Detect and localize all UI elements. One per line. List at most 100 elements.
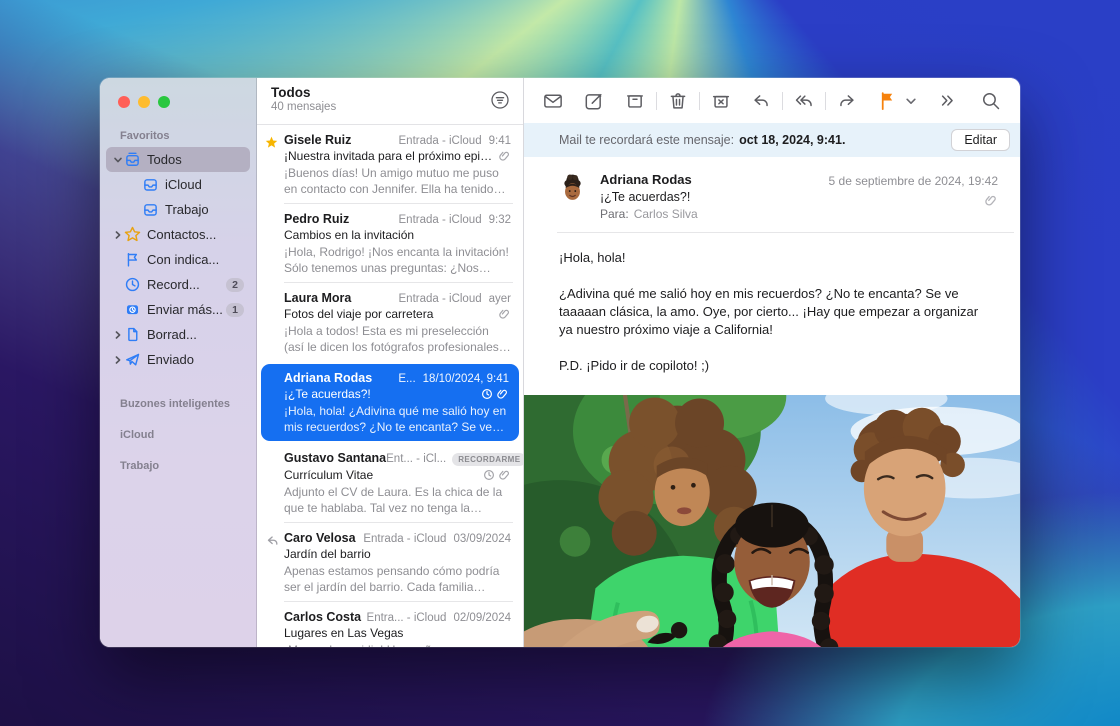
sidebar-item-label: Enviar más... xyxy=(147,302,226,317)
to-label: Para: xyxy=(600,207,629,221)
recipient-name[interactable]: Carlos Silva xyxy=(634,207,698,221)
inbox-stack-icon xyxy=(124,151,141,168)
sidebar-item-label: Todos xyxy=(147,152,250,167)
favorites-header: Favoritos xyxy=(120,130,256,142)
paperclip-icon xyxy=(985,194,998,212)
reminder-date: oct 18, 2024, 9:41. xyxy=(739,133,845,147)
sidebar-item-label: Con indica... xyxy=(147,252,250,267)
section-buzones-inteligentes[interactable]: Buzones inteligentes xyxy=(120,398,256,410)
flag-icon xyxy=(124,251,141,268)
send-later-icon xyxy=(124,301,141,318)
flag-control xyxy=(877,90,917,112)
sidebar: Favoritos Todos iCloud Trabajo Contactos… xyxy=(100,78,257,647)
paperclip-icon xyxy=(499,150,511,162)
search-button[interactable] xyxy=(980,90,1002,112)
list-item[interactable]: Gustavo SantanaEnt... - iCl...RECORDARME… xyxy=(257,443,523,523)
unread-badge: 1 xyxy=(226,303,244,317)
sidebar-item-label: Trabajo xyxy=(165,202,250,217)
archive-box-icon xyxy=(624,90,646,112)
three-friends-selfie-image xyxy=(524,395,1020,647)
chevron-right-icon[interactable] xyxy=(113,230,123,240)
archive-button[interactable] xyxy=(624,90,646,112)
reminder-clock-icon xyxy=(483,469,511,481)
sidebar-item-recordatorios[interactable]: Record... 2 xyxy=(106,272,250,297)
forward-button[interactable] xyxy=(836,90,858,112)
desktop-wallpaper: Favoritos Todos iCloud Trabajo Contactos… xyxy=(0,0,1120,726)
compose-button[interactable] xyxy=(583,90,605,112)
reply-all-arrow-icon xyxy=(793,90,815,112)
chevron-right-icon[interactable] xyxy=(113,355,123,365)
forward-arrow-icon xyxy=(836,90,858,112)
overflow-button[interactable] xyxy=(936,90,958,112)
message-count: 40 mensajes xyxy=(271,101,523,113)
edit-reminder-button[interactable]: Editar xyxy=(951,129,1010,151)
list-rows: Gisele RuizEntrada - iCloud9:41 ¡Nuestra… xyxy=(257,125,523,647)
paperclip-icon xyxy=(499,469,511,481)
reply-actions-group xyxy=(750,90,858,112)
flag-menu-chevron-icon[interactable] xyxy=(905,90,917,112)
junk-box-icon xyxy=(710,90,732,112)
replied-arrow-icon xyxy=(265,534,278,547)
reminder-clock-icon xyxy=(481,388,509,400)
section-icloud[interactable]: iCloud xyxy=(120,429,256,441)
list-item[interactable]: Pedro RuizEntrada - iCloud9:32 Cambios e… xyxy=(257,204,523,283)
toolbar xyxy=(524,78,1020,123)
list-item-selected[interactable]: Adriana RodasE...18/10/2024, 9:41 ¡¿Te a… xyxy=(261,364,519,441)
list-item[interactable]: Carlos CostaEntra... - iCloud02/09/2024 … xyxy=(257,602,523,647)
sidebar-item-label: iCloud xyxy=(165,177,250,192)
get-mail-button[interactable] xyxy=(542,90,564,112)
delete-button[interactable] xyxy=(667,90,689,112)
inbox-icon xyxy=(142,201,159,218)
compose-icon xyxy=(583,90,605,112)
body-paragraph: ¿Adivina qué me salió hoy en mis recuerd… xyxy=(559,285,986,339)
section-trabajo[interactable]: Trabajo xyxy=(120,460,256,472)
paper-plane-icon xyxy=(124,351,141,368)
sidebar-item-label: Borrad... xyxy=(147,327,250,342)
list-item[interactable]: Laura MoraEntrada - iCloudayer Fotos del… xyxy=(257,283,523,362)
list-header: Todos 40 mensajes xyxy=(257,78,523,125)
sidebar-item-icloud[interactable]: iCloud xyxy=(106,172,250,197)
reminder-banner: Mail te recordará este mensaje: oct 18, … xyxy=(524,123,1020,157)
sender-name[interactable]: Adriana Rodas xyxy=(600,172,829,187)
sidebar-item-label: Contactos... xyxy=(147,227,250,242)
sidebar-item-trabajo[interactable]: Trabajo xyxy=(106,197,250,222)
search-icon xyxy=(980,90,1002,112)
paperclip-icon xyxy=(497,388,509,400)
sidebar-item-enviar-mas-tarde[interactable]: Enviar más... 1 xyxy=(106,297,250,322)
zoom-button[interactable] xyxy=(158,96,170,108)
sidebar-item-borradores[interactable]: Borrad... xyxy=(106,322,250,347)
recipient-line: Para: Carlos Silva xyxy=(600,207,829,221)
filter-icon[interactable] xyxy=(489,89,511,111)
window-controls xyxy=(100,92,256,108)
mailbox-actions-group xyxy=(624,90,732,112)
sidebar-item-con-indicador[interactable]: Con indica... xyxy=(106,247,250,272)
mailbox-title: Todos xyxy=(271,85,523,100)
reply-all-button[interactable] xyxy=(793,90,815,112)
clock-icon xyxy=(124,276,141,293)
recordarme-badge: RECORDARME xyxy=(452,453,523,466)
minimize-button[interactable] xyxy=(138,96,150,108)
message-pane: Mail te recordará este mensaje: oct 18, … xyxy=(524,78,1020,647)
avatar[interactable] xyxy=(557,172,588,203)
message-header: Adriana Rodas ¡¿Te acuerdas?! Para: Carlo… xyxy=(524,157,1020,232)
sidebar-item-contactos[interactable]: Contactos... xyxy=(106,222,250,247)
reply-arrow-icon xyxy=(750,90,772,112)
message-body: ¡Hola, hola! ¿Adivina qué me salió hoy e… xyxy=(524,233,1020,393)
message-date: 5 de septiembre de 2024, 19:42 xyxy=(829,174,998,188)
body-paragraph: P.D. ¡Pido ir de copiloto! ;) xyxy=(559,357,986,375)
double-chevron-icon xyxy=(936,90,958,112)
chevron-right-icon[interactable] xyxy=(113,330,123,340)
message-subject: ¡¿Te acuerdas?! xyxy=(600,190,829,204)
star-icon xyxy=(265,136,278,149)
sidebar-item-todos[interactable]: Todos xyxy=(106,147,250,172)
draft-document-icon xyxy=(124,326,141,343)
junk-button[interactable] xyxy=(710,90,732,112)
list-item[interactable]: Gisele RuizEntrada - iCloud9:41 ¡Nuestra… xyxy=(257,125,523,204)
flag-button[interactable] xyxy=(877,90,899,112)
sidebar-item-enviado[interactable]: Enviado xyxy=(106,347,250,372)
reply-button[interactable] xyxy=(750,90,772,112)
close-button[interactable] xyxy=(118,96,130,108)
photo-attachment[interactable] xyxy=(524,395,1020,647)
chevron-down-icon[interactable] xyxy=(113,155,123,165)
list-item[interactable]: Caro VelosaEntrada - iCloud03/09/2024 Ja… xyxy=(257,523,523,602)
